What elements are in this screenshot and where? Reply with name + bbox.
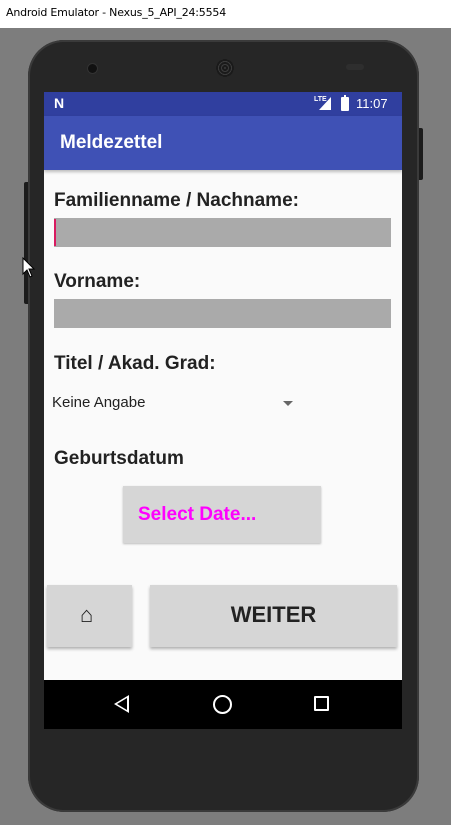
- proximity-sensor-icon: [346, 64, 364, 70]
- emulator-window-title: Android Emulator - Nexus_5_API_24:5554: [0, 0, 451, 28]
- select-date-label: Select Date...: [138, 504, 257, 525]
- text-cursor: [54, 219, 56, 246]
- firstname-input[interactable]: [54, 299, 391, 328]
- status-time: 11:07: [356, 96, 388, 111]
- navigation-bar: [44, 680, 402, 729]
- lte-label: LTE: [314, 96, 327, 103]
- mouse-pointer-icon: [22, 257, 36, 278]
- status-bar: N LTE 11:07: [44, 92, 402, 116]
- title-spinner[interactable]: Keine Angabe: [52, 388, 293, 416]
- birthdate-label: Geburtsdatum: [54, 448, 184, 469]
- home-icon: ⌂: [80, 602, 94, 627]
- home-circle-icon[interactable]: [213, 695, 232, 714]
- device-screen: N LTE 11:07 Meldezettel Familienname / N…: [44, 92, 402, 729]
- surname-label: Familienname / Nachname:: [54, 190, 299, 211]
- back-icon[interactable]: [114, 695, 129, 713]
- app-bar: Meldezettel: [44, 116, 402, 170]
- title-label: Titel / Akad. Grad:: [54, 353, 216, 374]
- surname-input[interactable]: [54, 218, 391, 247]
- firstname-label: Vorname:: [54, 271, 141, 292]
- front-camera-icon: [88, 64, 97, 73]
- next-button[interactable]: WEITER: [150, 585, 397, 647]
- app-title: Meldezettel: [60, 132, 163, 153]
- recents-icon[interactable]: [314, 696, 329, 711]
- dropdown-arrow-icon: [283, 401, 293, 406]
- battery-icon: [341, 95, 349, 111]
- notification-icon: N: [54, 95, 65, 111]
- earpiece-speaker-icon: [216, 59, 234, 77]
- home-button[interactable]: ⌂: [47, 585, 132, 647]
- title-selected-value: Keine Angabe: [52, 394, 146, 411]
- next-button-label: WEITER: [230, 602, 317, 627]
- select-date-button[interactable]: Select Date...: [123, 486, 321, 543]
